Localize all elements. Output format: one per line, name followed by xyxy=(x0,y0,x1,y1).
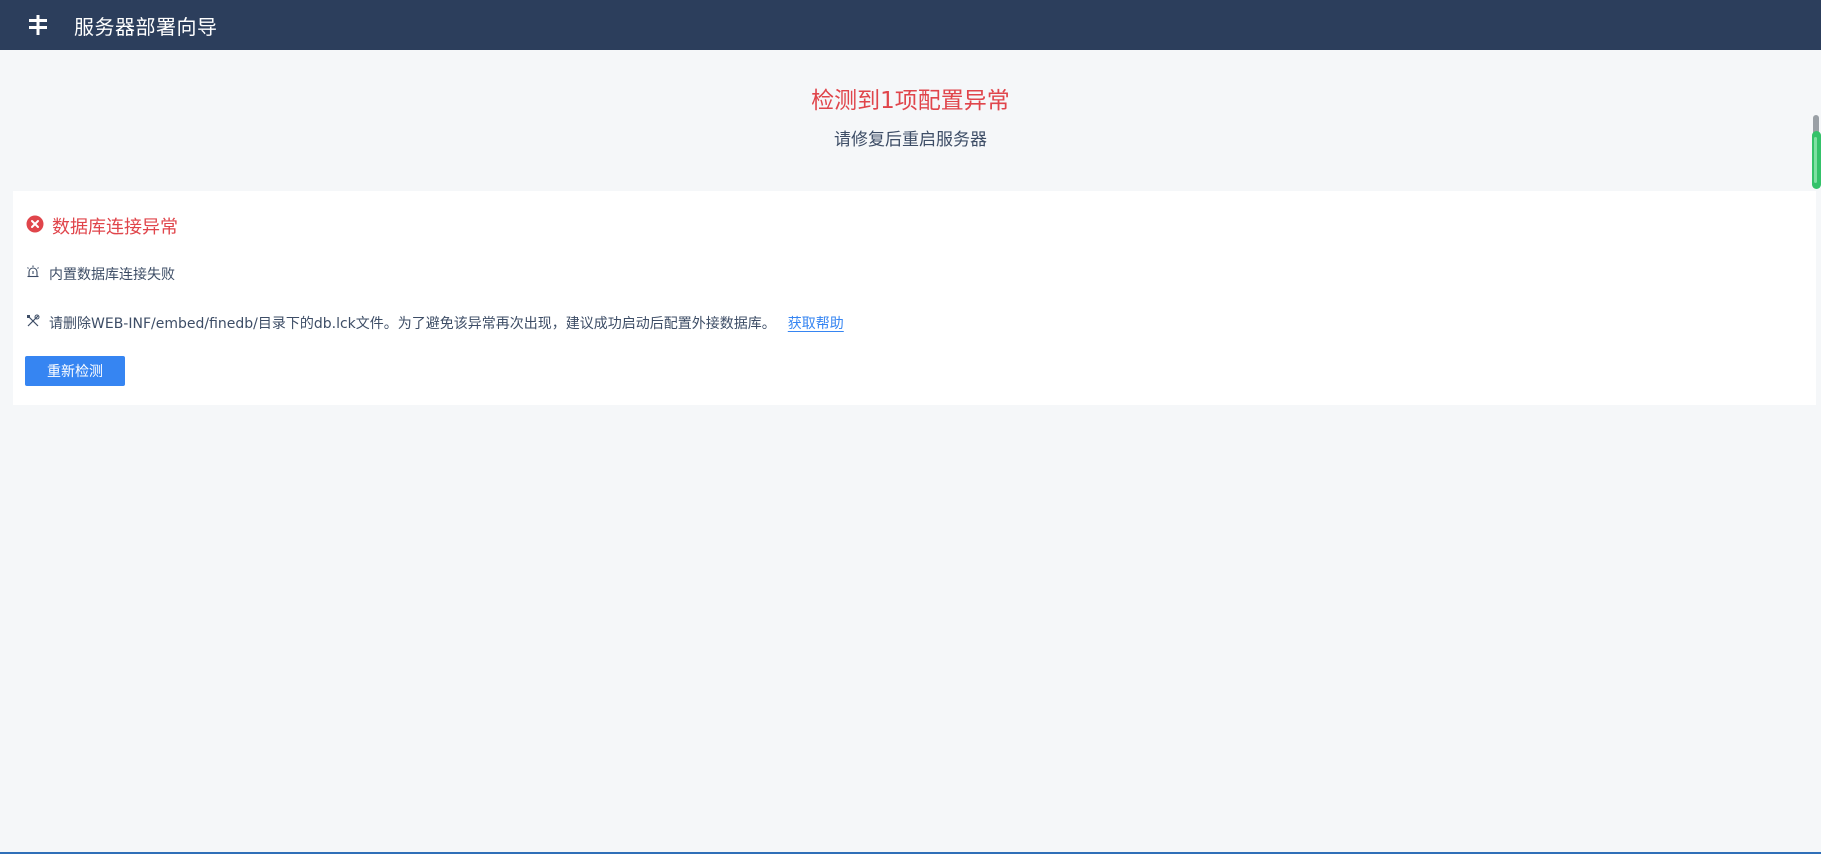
summary-subtitle: 请修复后重启服务器 xyxy=(834,130,987,150)
error-reason-row: 内置数据库连接失败 xyxy=(26,264,175,284)
alarm-icon xyxy=(26,265,40,283)
app-title: 服务器部署向导 xyxy=(74,14,218,39)
error-circle-icon xyxy=(26,215,44,237)
recheck-button[interactable]: 重新检测 xyxy=(25,356,125,386)
error-panel: 数据库连接异常 内置数据库连接失败 请删除WEB-INF/embed/fined xyxy=(13,191,1816,405)
summary-title: 检测到1项配置异常 xyxy=(811,88,1010,114)
check-summary: 检测到1项配置异常 请修复后重启服务器 xyxy=(0,50,1821,152)
error-header: 数据库连接异常 xyxy=(26,213,178,239)
fork-logo-icon xyxy=(24,11,52,39)
tools-icon xyxy=(26,314,40,332)
error-title: 数据库连接异常 xyxy=(52,217,178,238)
top-bar: 服务器部署向导 xyxy=(0,0,1821,50)
get-help-link[interactable]: 获取帮助 xyxy=(788,313,844,333)
scroll-indicator[interactable] xyxy=(1809,113,1821,191)
error-fix-text: 请删除WEB-INF/embed/finedb/目录下的db.lck文件。为了避… xyxy=(49,316,776,332)
error-reason-text: 内置数据库连接失败 xyxy=(49,267,175,283)
error-fix-row: 请删除WEB-INF/embed/finedb/目录下的db.lck文件。为了避… xyxy=(26,313,844,333)
